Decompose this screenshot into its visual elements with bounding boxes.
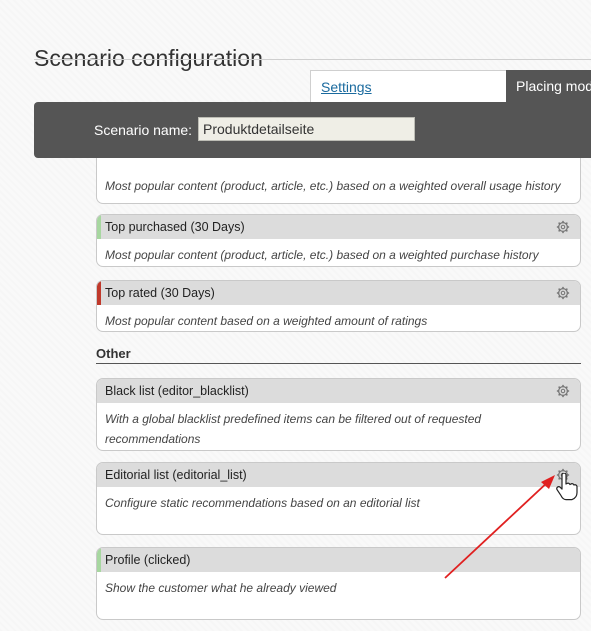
tab-settings-label[interactable]: Settings [321,79,372,95]
card-header: Top rated (30 Days) [97,281,580,305]
card-description: Most popular content (product, article, … [105,248,539,262]
section-heading-other: Other [96,346,131,361]
section-divider [96,363,581,364]
gear-icon[interactable] [556,384,570,398]
card-header: Top purchased (30 Days) [97,215,580,239]
card-title: Editorial list (editorial_list) [105,468,247,482]
card-description: With a global blacklist predefined items… [105,412,482,446]
card-header: Black list (editor_blacklist) [97,379,580,403]
card-top-popular: Most popular content (product, article, … [96,158,581,204]
card-status-stripe [97,548,101,572]
scenario-name-label: Scenario name: [94,122,193,138]
gear-icon[interactable] [556,286,570,300]
card-description: Most popular content based on a weighted… [105,314,428,328]
card-title: Profile (clicked) [105,553,191,567]
tab-placing-mode[interactable]: Placing mod [506,70,591,102]
card-title: Black list (editor_blacklist) [105,384,249,398]
scenario-name-input[interactable] [198,117,415,141]
tab-placing-label[interactable]: Placing mod [516,78,591,94]
red-arrow-annotation [444,475,555,579]
card-title: Top purchased (30 Days) [105,220,245,234]
scenario-bar: Scenario name: [34,102,591,158]
title-divider [34,59,591,60]
card-description: Most popular content (product, article, … [105,179,561,193]
tab-settings[interactable]: Settings [310,70,507,102]
card-status-stripe [97,215,101,239]
card-title: Top rated (30 Days) [105,286,215,300]
card-status-stripe [97,281,101,305]
card-top-rated: Top rated (30 Days) Most popular content… [96,280,581,332]
gear-icon[interactable] [556,220,570,234]
card-black-list: Black list (editor_blacklist) With a glo… [96,378,581,451]
card-top-purchased: Top purchased (30 Days) Most popular con… [96,214,581,267]
